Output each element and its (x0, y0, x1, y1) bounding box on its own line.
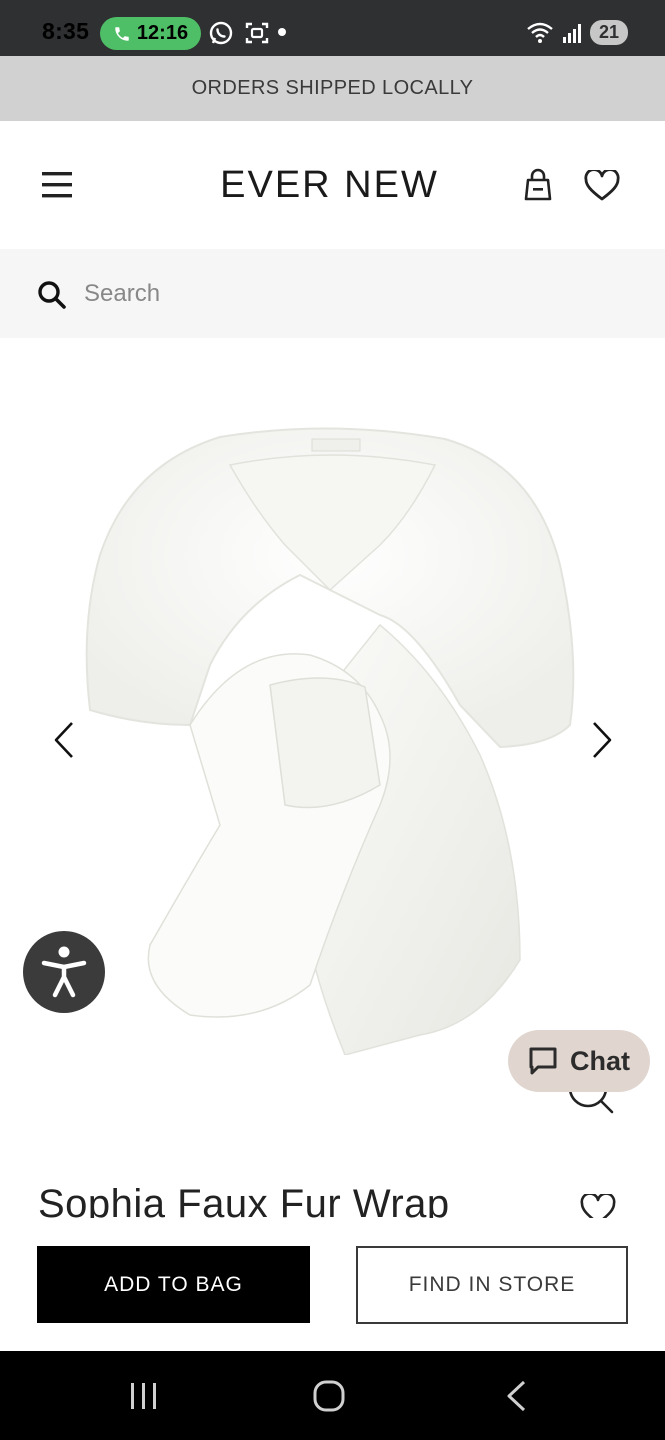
wishlist-heart-icon[interactable] (580, 1194, 616, 1218)
search-input[interactable] (82, 270, 586, 318)
status-icons-left (208, 20, 270, 46)
accessibility-button[interactable] (23, 931, 105, 1013)
home-icon[interactable] (312, 1379, 346, 1413)
add-to-bag-button[interactable]: ADD TO BAG (37, 1246, 310, 1323)
call-indicator[interactable]: 12:16 (100, 17, 201, 50)
previous-image-arrow-icon[interactable] (52, 720, 78, 760)
chat-button[interactable]: Chat (508, 1030, 650, 1092)
next-image-arrow-icon[interactable] (588, 720, 614, 760)
call-timer: 12:16 (136, 22, 189, 44)
chat-label: Chat (570, 1045, 630, 1076)
whatsapp-icon (209, 21, 233, 45)
wifi-icon (527, 22, 553, 43)
phone-icon (115, 26, 129, 41)
find-in-store-button[interactable]: FIND IN STORE (356, 1246, 628, 1324)
back-icon[interactable] (504, 1379, 530, 1413)
promo-banner[interactable]: ORDERS SHIPPED LOCALLY (0, 56, 665, 121)
signal-icon (563, 23, 581, 43)
product-image[interactable] (80, 425, 585, 1055)
status-time: 8:35 (42, 18, 90, 44)
bag-icon[interactable] (524, 168, 552, 202)
chat-bubble-icon (529, 1047, 557, 1075)
recent-apps-icon[interactable] (128, 1381, 160, 1411)
status-icons-right: 21 (526, 20, 628, 45)
zoom-icon-container[interactable] (560, 1092, 620, 1118)
product-title-container: Sophia Faux Fur Wrap (0, 1168, 665, 1218)
notification-dot-icon (278, 28, 286, 36)
battery-indicator: 21 (590, 20, 628, 45)
brand-logo[interactable]: EVER NEW (0, 164, 665, 207)
product-title: Sophia Faux Fur Wrap (38, 1182, 450, 1218)
heart-icon[interactable] (584, 170, 620, 202)
zoom-icon (569, 1092, 614, 1114)
accessibility-icon (41, 946, 87, 998)
search-icon[interactable] (37, 280, 67, 310)
screenshot-icon (245, 22, 269, 44)
